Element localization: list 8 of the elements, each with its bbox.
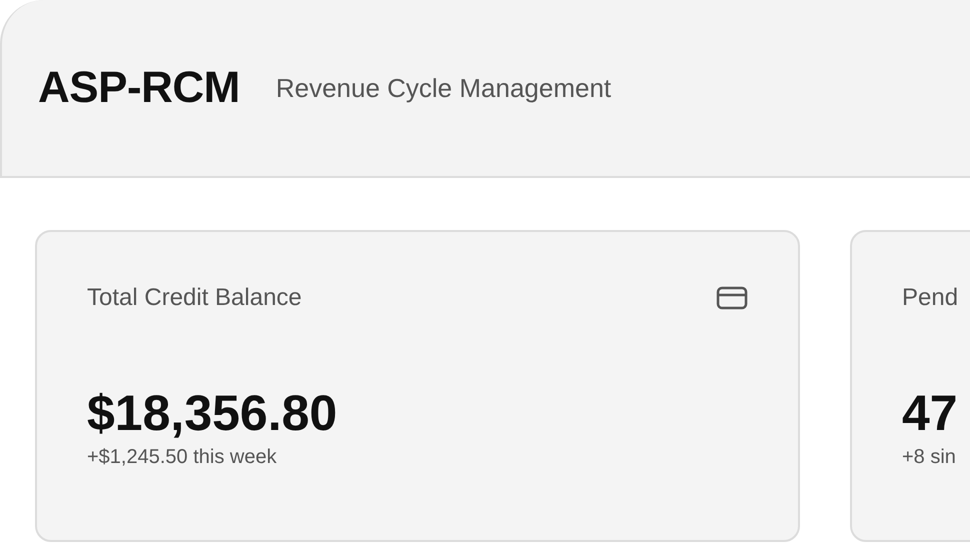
- card-label: Pend: [902, 284, 958, 312]
- card-value: 47: [902, 384, 959, 442]
- app-subtitle: Revenue Cycle Management: [276, 72, 612, 104]
- card-change: +8 sin: [902, 446, 957, 469]
- card-value: $18,356.80: [87, 384, 338, 442]
- card-change: +$1,245.50 this week: [87, 446, 278, 469]
- app-title: ASP-RCM: [38, 63, 240, 113]
- card-label: Total Credit Balance: [87, 284, 302, 312]
